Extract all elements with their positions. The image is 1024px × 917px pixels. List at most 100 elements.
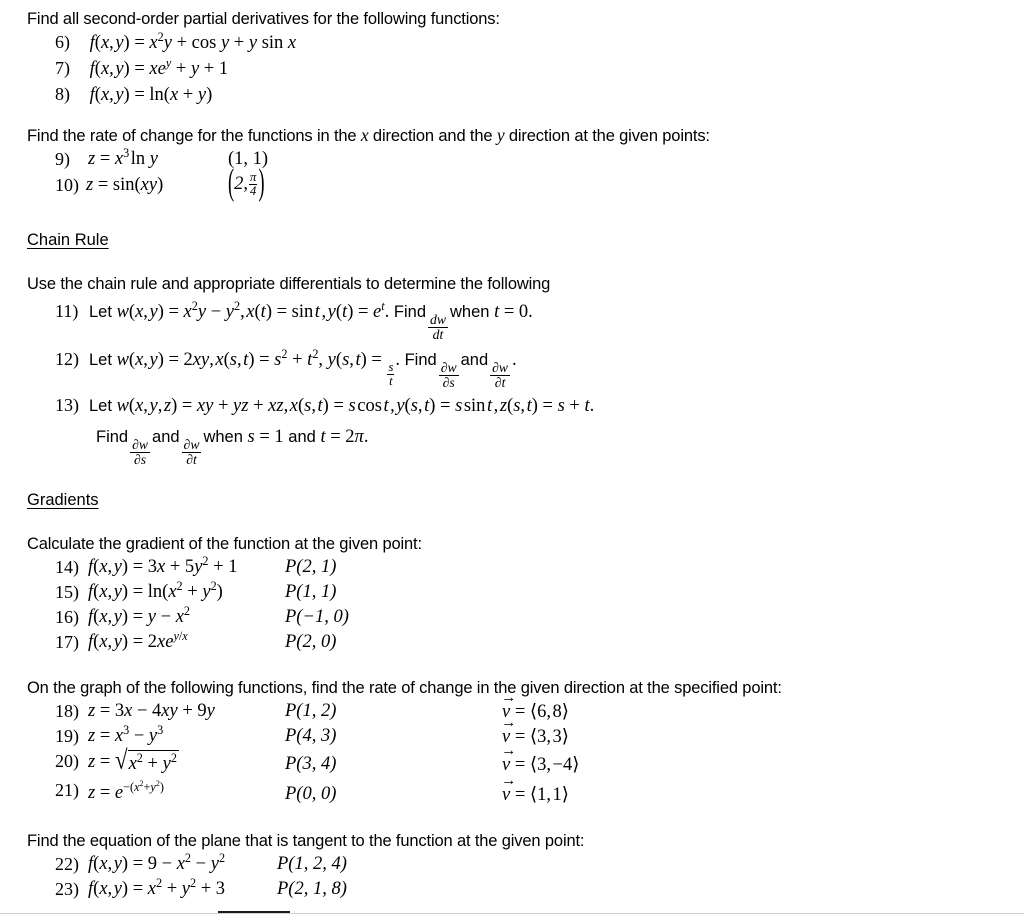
when-keyword: when: [203, 427, 243, 446]
find-keyword: Find: [96, 427, 129, 446]
big-parenthesis-group: (2, π 4): [228, 163, 265, 204]
problem-point: P(2, 1, 8): [277, 879, 347, 900]
fraction-numerator: ∂w: [440, 359, 457, 375]
problem-list-tangent-plane: 22) f(x, y) = 9 − x2 − y2 P(1, 2, 4) 23)…: [0, 852, 1024, 902]
fraction-denominator: 4: [249, 183, 258, 198]
problem-expression: z = e−(x2+y2): [88, 779, 164, 804]
fraction-dw-ds: ∂w ∂s: [130, 436, 151, 468]
fraction-numerator: ∂w: [183, 436, 200, 452]
problem-row-17: 17) f(x, y) = 2xey/x P(2, 0): [0, 630, 1024, 655]
fraction-dw-dt: ∂w ∂t: [181, 436, 202, 468]
problem-list-second-order: 6) f(x, y) = x2y + cos y + y sin x 7) f(…: [0, 30, 1024, 108]
section-heading-gradients: Gradients: [27, 491, 99, 510]
section-heading-chain-rule: Chain Rule: [27, 231, 109, 249]
problem-expression: f(x, y) = 2xey/x: [88, 629, 188, 653]
let-keyword: Let: [89, 303, 112, 321]
fraction-denominator: dt: [428, 327, 448, 342]
problem-expression: f(x, y) = 9 − x2 − y2: [88, 851, 226, 875]
problem-expression: f(x, y) = ln(x + y): [89, 85, 213, 105]
problem-number: 8): [55, 84, 70, 104]
fraction-denominator: ∂s: [130, 452, 151, 467]
problem-expression: f(x, y) = x2 + y2 + 3: [88, 876, 226, 900]
problem-number: 10): [55, 175, 79, 195]
problem-row-22: 22) f(x, y) = 9 − x2 − y2 P(1, 2, 4): [0, 852, 1024, 877]
and-keyword: and: [288, 427, 316, 446]
let-keyword: Let: [89, 396, 112, 415]
problem-row-16: 16) f(x, y) = y − x2 P(−1, 0): [0, 605, 1024, 630]
problem-number: 6): [55, 32, 70, 52]
fraction-numerator: ∂w: [132, 436, 149, 452]
problem-number: 22): [55, 854, 79, 875]
problem-expression: f(x, y) = 3x + 5y2 + 1: [88, 554, 238, 578]
fraction-dw-ds: ∂w ∂s: [438, 359, 459, 391]
problem-row-11: 11) Let w(x, y) = x2y − y2, x(t) = sin t…: [0, 295, 1024, 343]
problem-point: P(1, 1): [285, 582, 337, 603]
problem-number: 16): [55, 607, 79, 628]
problem-number: 7): [55, 58, 70, 78]
problem-expression: f(x, y) = x2y + cos y + y sin x: [89, 29, 297, 53]
problem-row-12: 12) Let w(x, y) = 2xy, x(s, t) = s2 + t2…: [0, 343, 1024, 391]
problem-expression: Let w(x, y) = x2y − y2, x(t) = sin t , y…: [89, 298, 533, 343]
fraction-numerator: ∂w: [492, 359, 509, 375]
find-keyword: Find: [404, 350, 437, 369]
problem-number: 17): [55, 632, 79, 653]
prompt-part-a: Find the rate of change for the function…: [27, 127, 361, 145]
problem-expression: z = √ x2 + y2: [88, 748, 179, 777]
problem-number: 19): [55, 726, 79, 747]
problem-point: P(2, 1): [285, 557, 337, 578]
vector-v-icon: → v: [501, 771, 517, 806]
fraction-denominator: ∂t: [181, 452, 202, 467]
problem-number: 18): [55, 701, 79, 722]
problem-number: 20): [55, 751, 79, 772]
problem-row-9: 9) z = x3 ln y (1, 1): [0, 147, 1024, 173]
problem-point: P(3, 4): [285, 754, 337, 775]
radicand: x2 + y2: [127, 750, 179, 777]
problem-number: 13): [55, 394, 79, 415]
problem-point: P(2, 0): [285, 632, 337, 653]
fraction-denominator: t: [387, 373, 395, 388]
problem-vector: → v = ⟨1, 1⟩: [501, 771, 569, 808]
prompt-part-c: direction at the given points:: [504, 127, 710, 145]
and-keyword: and: [152, 427, 180, 446]
prompt-var-x: x: [360, 125, 369, 145]
problem-row-23: 23) f(x, y) = x2 + y2 + 3 P(2, 1, 8): [0, 877, 1024, 902]
problem-number: 12): [55, 348, 79, 369]
angle-bracket-right: ⟩: [561, 701, 570, 723]
problem-row-21: 21) z = e−(x2+y2) P(0, 0) → v = ⟨1, 1⟩: [0, 771, 1024, 808]
page-bottom-marker: [218, 911, 290, 913]
prompt-second-order-partials: Find all second-order partial derivative…: [27, 10, 500, 28]
problem-point: P(4, 3): [285, 726, 337, 747]
angle-bracket-right: ⟩: [572, 754, 580, 776]
problem-expression: z = sin(xy): [86, 175, 164, 195]
angle-bracket-left: ⟨: [529, 754, 538, 776]
angle-bracket-left: ⟨: [529, 726, 538, 748]
angle-bracket-left: ⟨: [529, 784, 538, 806]
problem-row-15: 15) f(x, y) = ln(x2 + y2) P(1, 1): [0, 580, 1024, 605]
problem-point: P(0, 0): [285, 784, 337, 805]
problem-list-rate-of-change: 9) z = x3 ln y (1, 1) 10) z = sin(xy) (2…: [0, 147, 1024, 207]
prompt-tangent-plane: Find the equation of the plane that is t…: [27, 832, 585, 851]
problem-point: (2, π 4): [228, 163, 265, 204]
vector-arrow-icon: →: [501, 688, 517, 706]
fraction-numerator: π: [250, 170, 257, 184]
problem-expression: f(x, y) = y − x2: [88, 604, 191, 628]
problem-expression: Let w(x, y, z) = xy + yz + xz, x(s, t) =…: [89, 395, 595, 416]
problem-number: 23): [55, 879, 79, 900]
problem-expression: f(x, y) = xey + y + 1: [89, 55, 229, 79]
vector-arrow-icon: →: [501, 741, 517, 759]
problem-point: P(1, 2): [285, 701, 337, 722]
problem-number: 11): [55, 301, 79, 321]
problem-row-13: 13) Let w(x, y, z) = xy + yz + xz, x(s, …: [0, 391, 1024, 420]
problem-expression: Let w(x, y) = 2xy, x(s, t) = s2 + t2, y(…: [89, 346, 517, 391]
problem-row-13-cont: Find ∂w ∂s and ∂w ∂t when s = 1 and t = 2π.: [0, 420, 1024, 468]
radical-sign-icon: √: [114, 746, 128, 777]
vector-arrow-icon: →: [501, 713, 517, 731]
problem-list-directional: 18) z = 3x − 4xy + 9y P(1, 2) → v = ⟨6, 8…: [0, 690, 1024, 808]
problem-number: 9): [55, 149, 70, 169]
paren-right-icon: ): [258, 163, 265, 204]
and-keyword: and: [460, 350, 489, 369]
prompt-rate-of-change: Find the rate of change for the function…: [0, 124, 1024, 147]
fraction-s-over-t: st: [387, 361, 395, 388]
problem-number: 15): [55, 582, 79, 603]
problem-point: P(−1, 0): [285, 607, 349, 628]
